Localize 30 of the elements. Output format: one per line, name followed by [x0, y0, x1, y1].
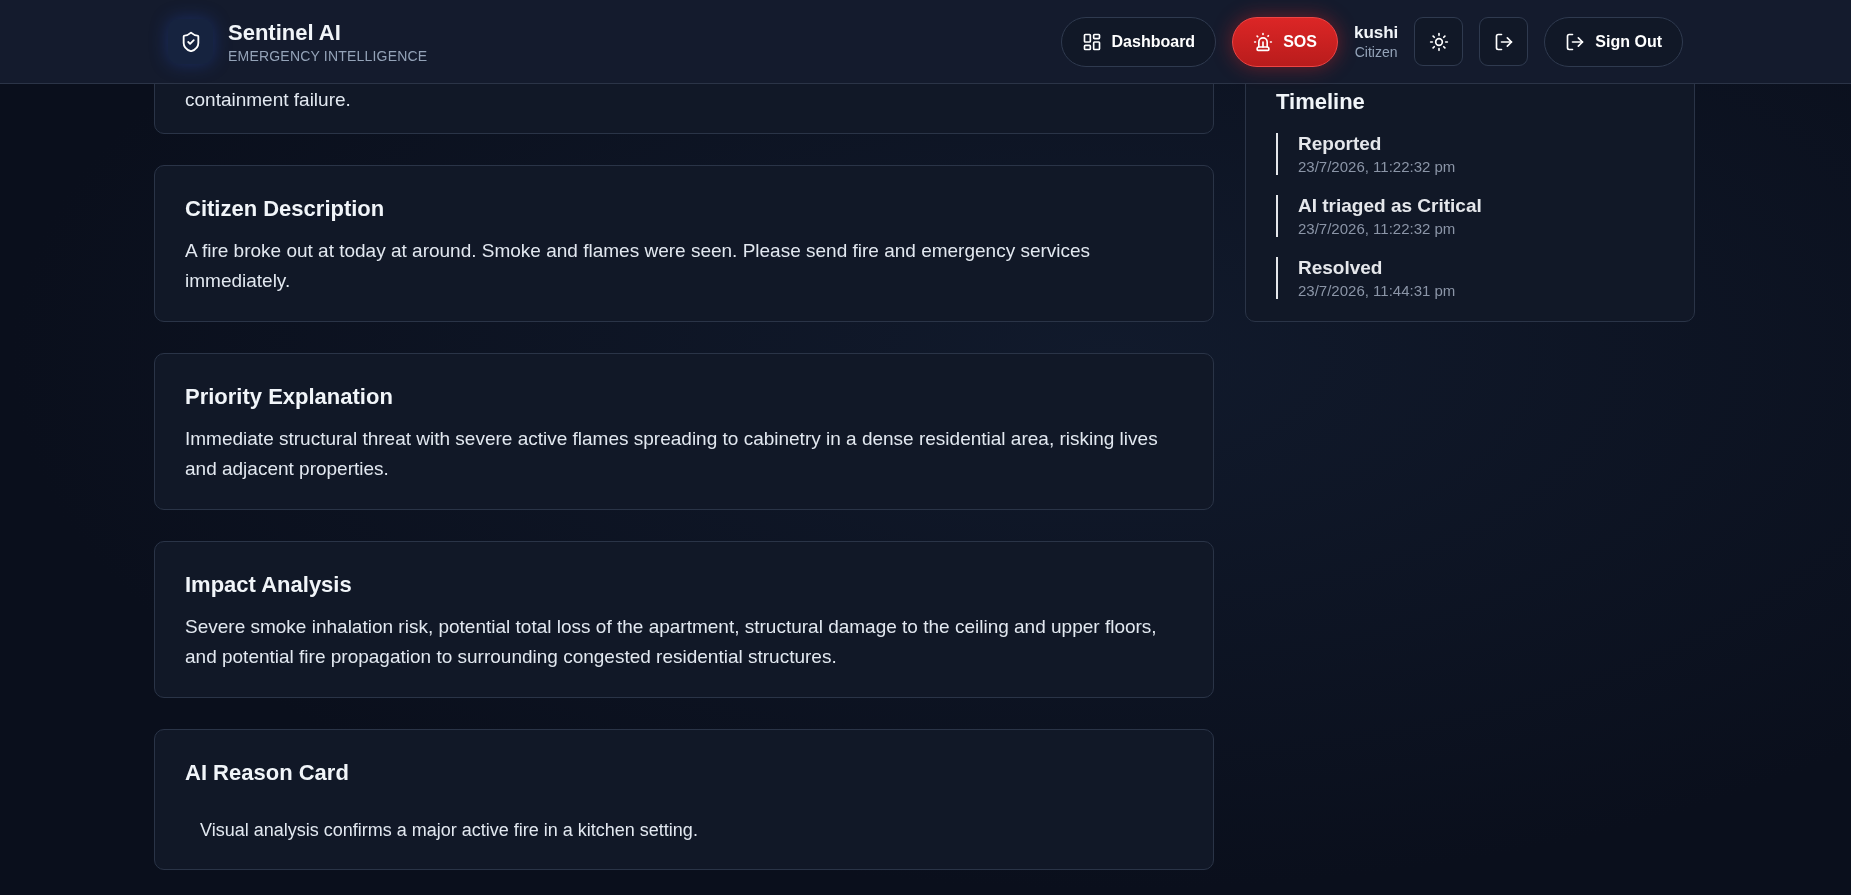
section-text: Immediate structural threat with severe active flames spreading to cabinetry in a dense residential area, risking lives and adjacent properties.: [185, 427, 1159, 481]
theme-toggle-button[interactable]: [1414, 17, 1464, 66]
brand-title: Sentinel AI: [228, 19, 342, 46]
section-text: Severe smoke inhalation risk, potential total loss of the apartment, structural damage to the ceiling and upper floors, and potential fire propagation to surrounding congested residential structures.: [185, 615, 1158, 669]
siren-icon: [1253, 31, 1274, 52]
event-label: AI triaged as Critical: [1298, 195, 1483, 217]
user-role: Citizen: [1354, 44, 1398, 60]
sun-icon: [1428, 31, 1449, 52]
section-text: A fire broke out at today at around. Smoke and flames were seen. Please send fire and emergency services immediately.: [185, 239, 1092, 293]
section-title: Citizen Description: [185, 196, 386, 222]
timeline-title: Timeline: [1276, 89, 1366, 115]
sos-button[interactable]: SOS: [1232, 16, 1338, 67]
event-time: 23/7/2026, 11:22:32 pm: [1298, 220, 1457, 237]
exit-button[interactable]: [1479, 17, 1529, 66]
event-time: 23/7/2026, 11:22:32 pm: [1298, 158, 1457, 175]
event-label: Reported: [1298, 133, 1383, 155]
section-text: containment failure.: [185, 88, 352, 112]
reason-text: Visual analysis confirms a major active fire in a kitchen setting.: [200, 819, 699, 842]
section-title: Priority Explanation: [185, 384, 394, 410]
brand-subtitle: EMERGENCY INTELLIGENCE: [228, 47, 428, 64]
logout-icon: [1565, 31, 1586, 52]
logout-icon: [1493, 31, 1514, 52]
user-name: kushi: [1353, 23, 1399, 43]
event-label: Resolved: [1298, 257, 1384, 279]
dashboard-button[interactable]: Dashboard: [1060, 16, 1217, 67]
section-title: Impact Analysis: [185, 572, 353, 598]
section-title: AI Reason Card: [185, 760, 350, 786]
event-time: 23/7/2026, 11:44:31 pm: [1298, 282, 1457, 299]
grid-icon: [1081, 31, 1102, 52]
sign-out-button[interactable]: Sign Out: [1544, 16, 1683, 67]
